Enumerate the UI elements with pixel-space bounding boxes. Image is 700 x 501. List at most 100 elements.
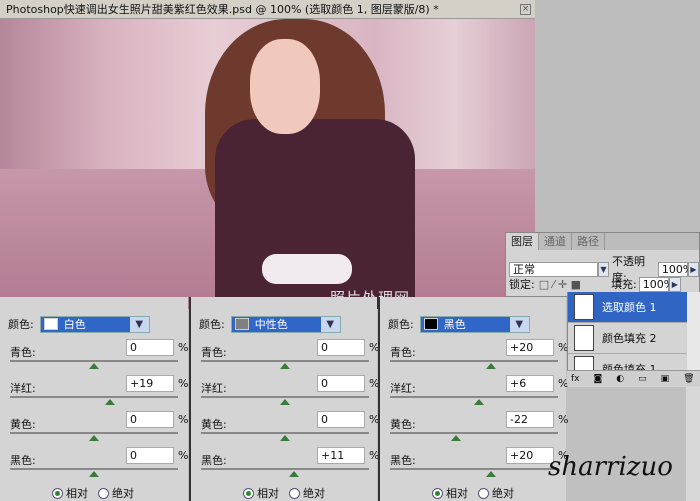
mask-icon[interactable]: ◙ bbox=[594, 374, 603, 384]
radio-icon[interactable] bbox=[243, 487, 254, 499]
opacity-arrow-icon[interactable]: ▶ bbox=[687, 261, 700, 277]
selective-color-panel: 颜色: 中性色 ▼ 青色: 0 % 洋红: 0 % 黄色: 0 % 黑色: +11… bbox=[189, 297, 379, 501]
color-select[interactable]: 白色 ▼ bbox=[39, 315, 150, 333]
group-icon[interactable]: ▭ bbox=[638, 374, 647, 384]
layer-mask-thumbnail bbox=[574, 294, 594, 320]
slider-label: 洋红: bbox=[201, 382, 227, 395]
radio-absolute[interactable]: 绝对 bbox=[289, 485, 325, 501]
tab-paths[interactable]: 路径 bbox=[572, 233, 605, 250]
slider-row: 洋红: +19 % bbox=[8, 373, 188, 409]
slider-thumb[interactable] bbox=[474, 399, 485, 405]
radio-relative[interactable]: 相对 bbox=[52, 485, 88, 501]
layer-item[interactable]: 颜色填充 2 bbox=[568, 323, 688, 354]
color-label: 颜色: bbox=[199, 318, 225, 331]
chevron-down-icon[interactable]: ▼ bbox=[597, 261, 609, 277]
fx-icon[interactable]: fx bbox=[571, 374, 580, 384]
radio-relative[interactable]: 相对 bbox=[243, 485, 279, 501]
opacity-input[interactable]: 100% bbox=[657, 261, 693, 277]
signature: sharrizuo bbox=[548, 452, 673, 482]
blend-mode-select[interactable]: 正常 bbox=[509, 261, 598, 277]
color-swatch bbox=[234, 318, 249, 330]
radio-absolute[interactable]: 绝对 bbox=[98, 485, 134, 501]
new-layer-icon[interactable]: ▣ bbox=[661, 374, 670, 384]
fill-arrow-icon[interactable]: ▶ bbox=[668, 276, 681, 292]
slider-track[interactable] bbox=[201, 396, 369, 398]
slider-row: 黑色: 0 % bbox=[8, 445, 188, 481]
color-select[interactable]: 黑色 ▼ bbox=[419, 315, 530, 333]
slider-thumb[interactable] bbox=[280, 399, 290, 405]
canvas-scrollbar[interactable] bbox=[686, 387, 700, 501]
slider-value-input[interactable]: +19 bbox=[126, 375, 174, 392]
slider-track[interactable] bbox=[10, 432, 178, 434]
slider-track[interactable] bbox=[10, 360, 178, 362]
slider-value-input[interactable]: 0 bbox=[126, 411, 174, 428]
slider-thumb[interactable] bbox=[280, 435, 290, 441]
slider-label: 黄色: bbox=[390, 418, 416, 431]
layers-panel: 图层 通道 路径 正常 ▼ 不透明度: 100% ▶ 锁定: □ ⁄ ✛ ■ 填… bbox=[505, 232, 700, 297]
slider-track[interactable] bbox=[201, 432, 369, 434]
slider-thumb[interactable] bbox=[89, 471, 99, 477]
close-document-button[interactable]: × bbox=[520, 4, 531, 15]
photo-bow bbox=[262, 254, 352, 284]
document-title: Photoshop快速调出女生照片甜美紫红色效果.psd @ 100% (选取颜… bbox=[6, 3, 439, 16]
slider-track[interactable] bbox=[201, 360, 369, 362]
tab-layers[interactable]: 图层 bbox=[506, 233, 539, 250]
adjustment-icon[interactable]: ◐ bbox=[616, 374, 624, 384]
slider-thumb[interactable] bbox=[89, 363, 99, 369]
slider-row: 青色: 0 % bbox=[199, 337, 379, 373]
radio-relative[interactable]: 相对 bbox=[432, 485, 468, 501]
radio-icon[interactable] bbox=[432, 487, 443, 499]
slider-value-input[interactable]: +11 bbox=[317, 447, 365, 464]
radio-icon[interactable] bbox=[98, 487, 109, 499]
slider-track[interactable] bbox=[390, 396, 558, 398]
slider-thumb[interactable] bbox=[450, 435, 461, 441]
slider-track[interactable] bbox=[201, 468, 369, 470]
lock-icons[interactable]: □ ⁄ ✛ ■ bbox=[539, 278, 581, 291]
slider-label: 黄色: bbox=[201, 418, 227, 431]
slider-value-input[interactable]: 0 bbox=[317, 375, 365, 392]
slider-value-input[interactable]: 0 bbox=[317, 411, 365, 428]
slider-value-input[interactable]: -22 bbox=[506, 411, 554, 428]
document-title-bar: Photoshop快速调出女生照片甜美紫红色效果.psd @ 100% (选取颜… bbox=[0, 0, 535, 19]
slider-value-input[interactable]: +20 bbox=[506, 447, 554, 464]
tab-channels[interactable]: 通道 bbox=[539, 233, 572, 250]
radio-icon[interactable] bbox=[478, 487, 489, 499]
color-select[interactable]: 中性色 ▼ bbox=[230, 315, 341, 333]
slider-thumb[interactable] bbox=[280, 363, 290, 369]
slider-value-input[interactable]: 0 bbox=[126, 447, 174, 464]
slider-track[interactable] bbox=[10, 396, 178, 398]
slider-value-input[interactable]: 0 bbox=[317, 339, 365, 356]
slider-label: 黑色: bbox=[201, 454, 227, 467]
radio-label: 绝对 bbox=[303, 487, 325, 500]
slider-value-input[interactable]: 0 bbox=[126, 339, 174, 356]
chevron-down-icon[interactable]: ▼ bbox=[129, 316, 149, 332]
fill-label: 填充: bbox=[611, 278, 637, 291]
slider-label: 青色: bbox=[201, 346, 227, 359]
trash-icon[interactable]: 🗑 bbox=[683, 374, 694, 384]
color-label: 颜色: bbox=[388, 318, 414, 331]
slider-track[interactable] bbox=[390, 360, 558, 362]
slider-label: 青色: bbox=[10, 346, 36, 359]
slider-track[interactable] bbox=[10, 468, 178, 470]
slider-value-input[interactable]: +6 bbox=[506, 375, 554, 392]
slider-value-input[interactable]: +20 bbox=[506, 339, 554, 356]
slider-thumb[interactable] bbox=[104, 399, 115, 405]
image-canvas[interactable]: 照片处理网 PHOTOPS.COM bbox=[0, 19, 535, 309]
fill-input[interactable]: 100% bbox=[638, 276, 674, 292]
chevron-down-icon[interactable]: ▼ bbox=[509, 316, 529, 332]
slider-label: 黑色: bbox=[10, 454, 36, 467]
radio-icon[interactable] bbox=[52, 487, 63, 499]
slider-track[interactable] bbox=[390, 432, 558, 434]
slider-thumb[interactable] bbox=[89, 435, 99, 441]
slider-label: 黄色: bbox=[10, 418, 36, 431]
slider-thumb[interactable] bbox=[485, 363, 496, 369]
chevron-down-icon[interactable]: ▼ bbox=[320, 316, 340, 332]
slider-thumb[interactable] bbox=[485, 471, 496, 477]
slider-thumb[interactable] bbox=[289, 471, 300, 477]
layers-scrollbar[interactable] bbox=[687, 292, 700, 370]
slider-track[interactable] bbox=[390, 468, 558, 470]
layer-item[interactable]: 选取颜色 1 bbox=[568, 292, 688, 323]
radio-absolute[interactable]: 绝对 bbox=[478, 485, 514, 501]
radio-icon[interactable] bbox=[289, 487, 300, 499]
color-select-value: 中性色 bbox=[254, 318, 288, 331]
